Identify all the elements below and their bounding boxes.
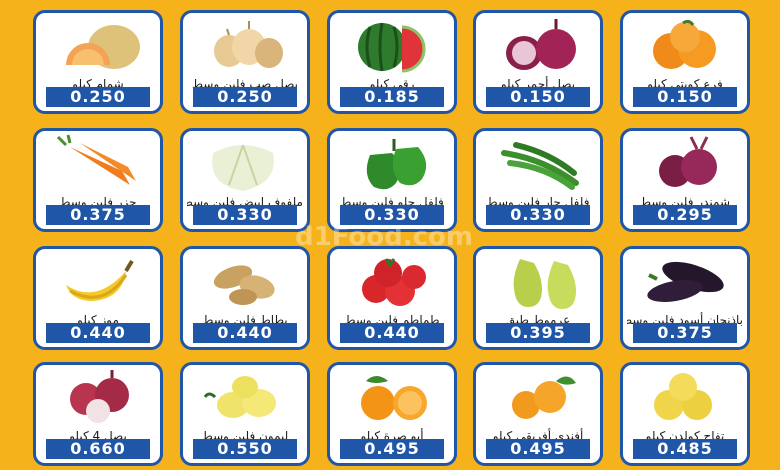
product-price: 0.250	[46, 87, 150, 107]
product-card[interactable]: ملفوف ابيض فلين وسط 0.330	[180, 128, 310, 232]
product-price: 0.375	[46, 205, 150, 225]
product-price: 0.330	[486, 205, 590, 225]
product-price: 0.495	[486, 439, 590, 459]
tomato-icon	[362, 258, 426, 306]
eggplant-icon	[647, 261, 724, 302]
onion-bag-icon	[70, 370, 129, 423]
product-price: 0.330	[340, 205, 444, 225]
product-price: 0.295	[633, 205, 737, 225]
product-price: 0.440	[46, 323, 150, 343]
beetroot-icon	[659, 136, 717, 187]
pear-icon	[513, 259, 576, 309]
product-price: 0.375	[633, 323, 737, 343]
melon-icon	[66, 25, 140, 69]
product-card[interactable]: بصل أحمر كيلو 0.150	[473, 10, 603, 114]
product-price: 0.250	[193, 87, 297, 107]
product-card[interactable]: أفندي أفريقي كيلو 0.495	[473, 362, 603, 466]
watermelon-icon	[358, 22, 426, 73]
product-price: 0.150	[633, 87, 737, 107]
product-price: 0.395	[486, 323, 590, 343]
product-card[interactable]: باذنجان أسود فلين وسط 0.375	[620, 246, 750, 350]
product-price: 0.440	[340, 323, 444, 343]
product-card[interactable]: رقي كيلو 0.185	[327, 10, 457, 114]
product-card[interactable]: جزر فلين وسط 0.375	[33, 128, 163, 232]
green-pepper-icon	[366, 139, 427, 190]
price-grid: فرع كويتي كيلو 0.150 بصل أحمر كيلو 0.150…	[0, 0, 780, 470]
lemon-icon	[203, 376, 276, 418]
product-card[interactable]: فرع كويتي كيلو 0.150	[620, 10, 750, 114]
product-price: 0.660	[46, 439, 150, 459]
product-price: 0.185	[340, 87, 444, 107]
mandarin-icon	[512, 376, 576, 419]
product-price: 0.550	[193, 439, 297, 459]
product-card[interactable]: بطاط فلين وسط 0.440	[180, 246, 310, 350]
product-card[interactable]: أبو صرة كيلو 0.495	[327, 362, 457, 466]
orange-icon	[361, 376, 427, 420]
tangerine-icon	[653, 19, 716, 69]
product-card[interactable]: موز كيلو 0.440	[33, 246, 163, 350]
carrot-icon	[56, 134, 136, 185]
product-card[interactable]: بصل صب فلين وسط 0.250	[180, 10, 310, 114]
product-card[interactable]: فلفل حلو فلين وسط 0.330	[327, 128, 457, 232]
yellow-apple-icon	[654, 373, 712, 420]
product-card[interactable]: شمام كيلو 0.250	[33, 10, 163, 114]
product-card[interactable]: طماطم فلين وسط 0.440	[327, 246, 457, 350]
product-price: 0.485	[633, 439, 737, 459]
product-price: 0.330	[193, 205, 297, 225]
product-card[interactable]: شمندر فلين وسط 0.295	[620, 128, 750, 232]
product-card[interactable]: عرموط طبق 0.395	[473, 246, 603, 350]
banana-icon	[66, 259, 134, 301]
product-card[interactable]: بصل 4 كيلو 0.660	[33, 362, 163, 466]
product-price: 0.495	[340, 439, 444, 459]
product-price: 0.150	[486, 87, 590, 107]
onion-basket-icon	[214, 21, 283, 68]
product-price: 0.440	[193, 323, 297, 343]
potato-icon	[213, 265, 275, 305]
cabbage-icon	[212, 144, 274, 191]
product-card[interactable]: تفاح كولدن كيلو 0.485	[620, 362, 750, 466]
green-chili-icon	[501, 142, 579, 190]
product-card[interactable]: فلفل حار فلين وسط 0.330	[473, 128, 603, 232]
product-card[interactable]: ليمون فلين وسط 0.550	[180, 362, 310, 466]
red-onion-icon	[506, 19, 576, 70]
